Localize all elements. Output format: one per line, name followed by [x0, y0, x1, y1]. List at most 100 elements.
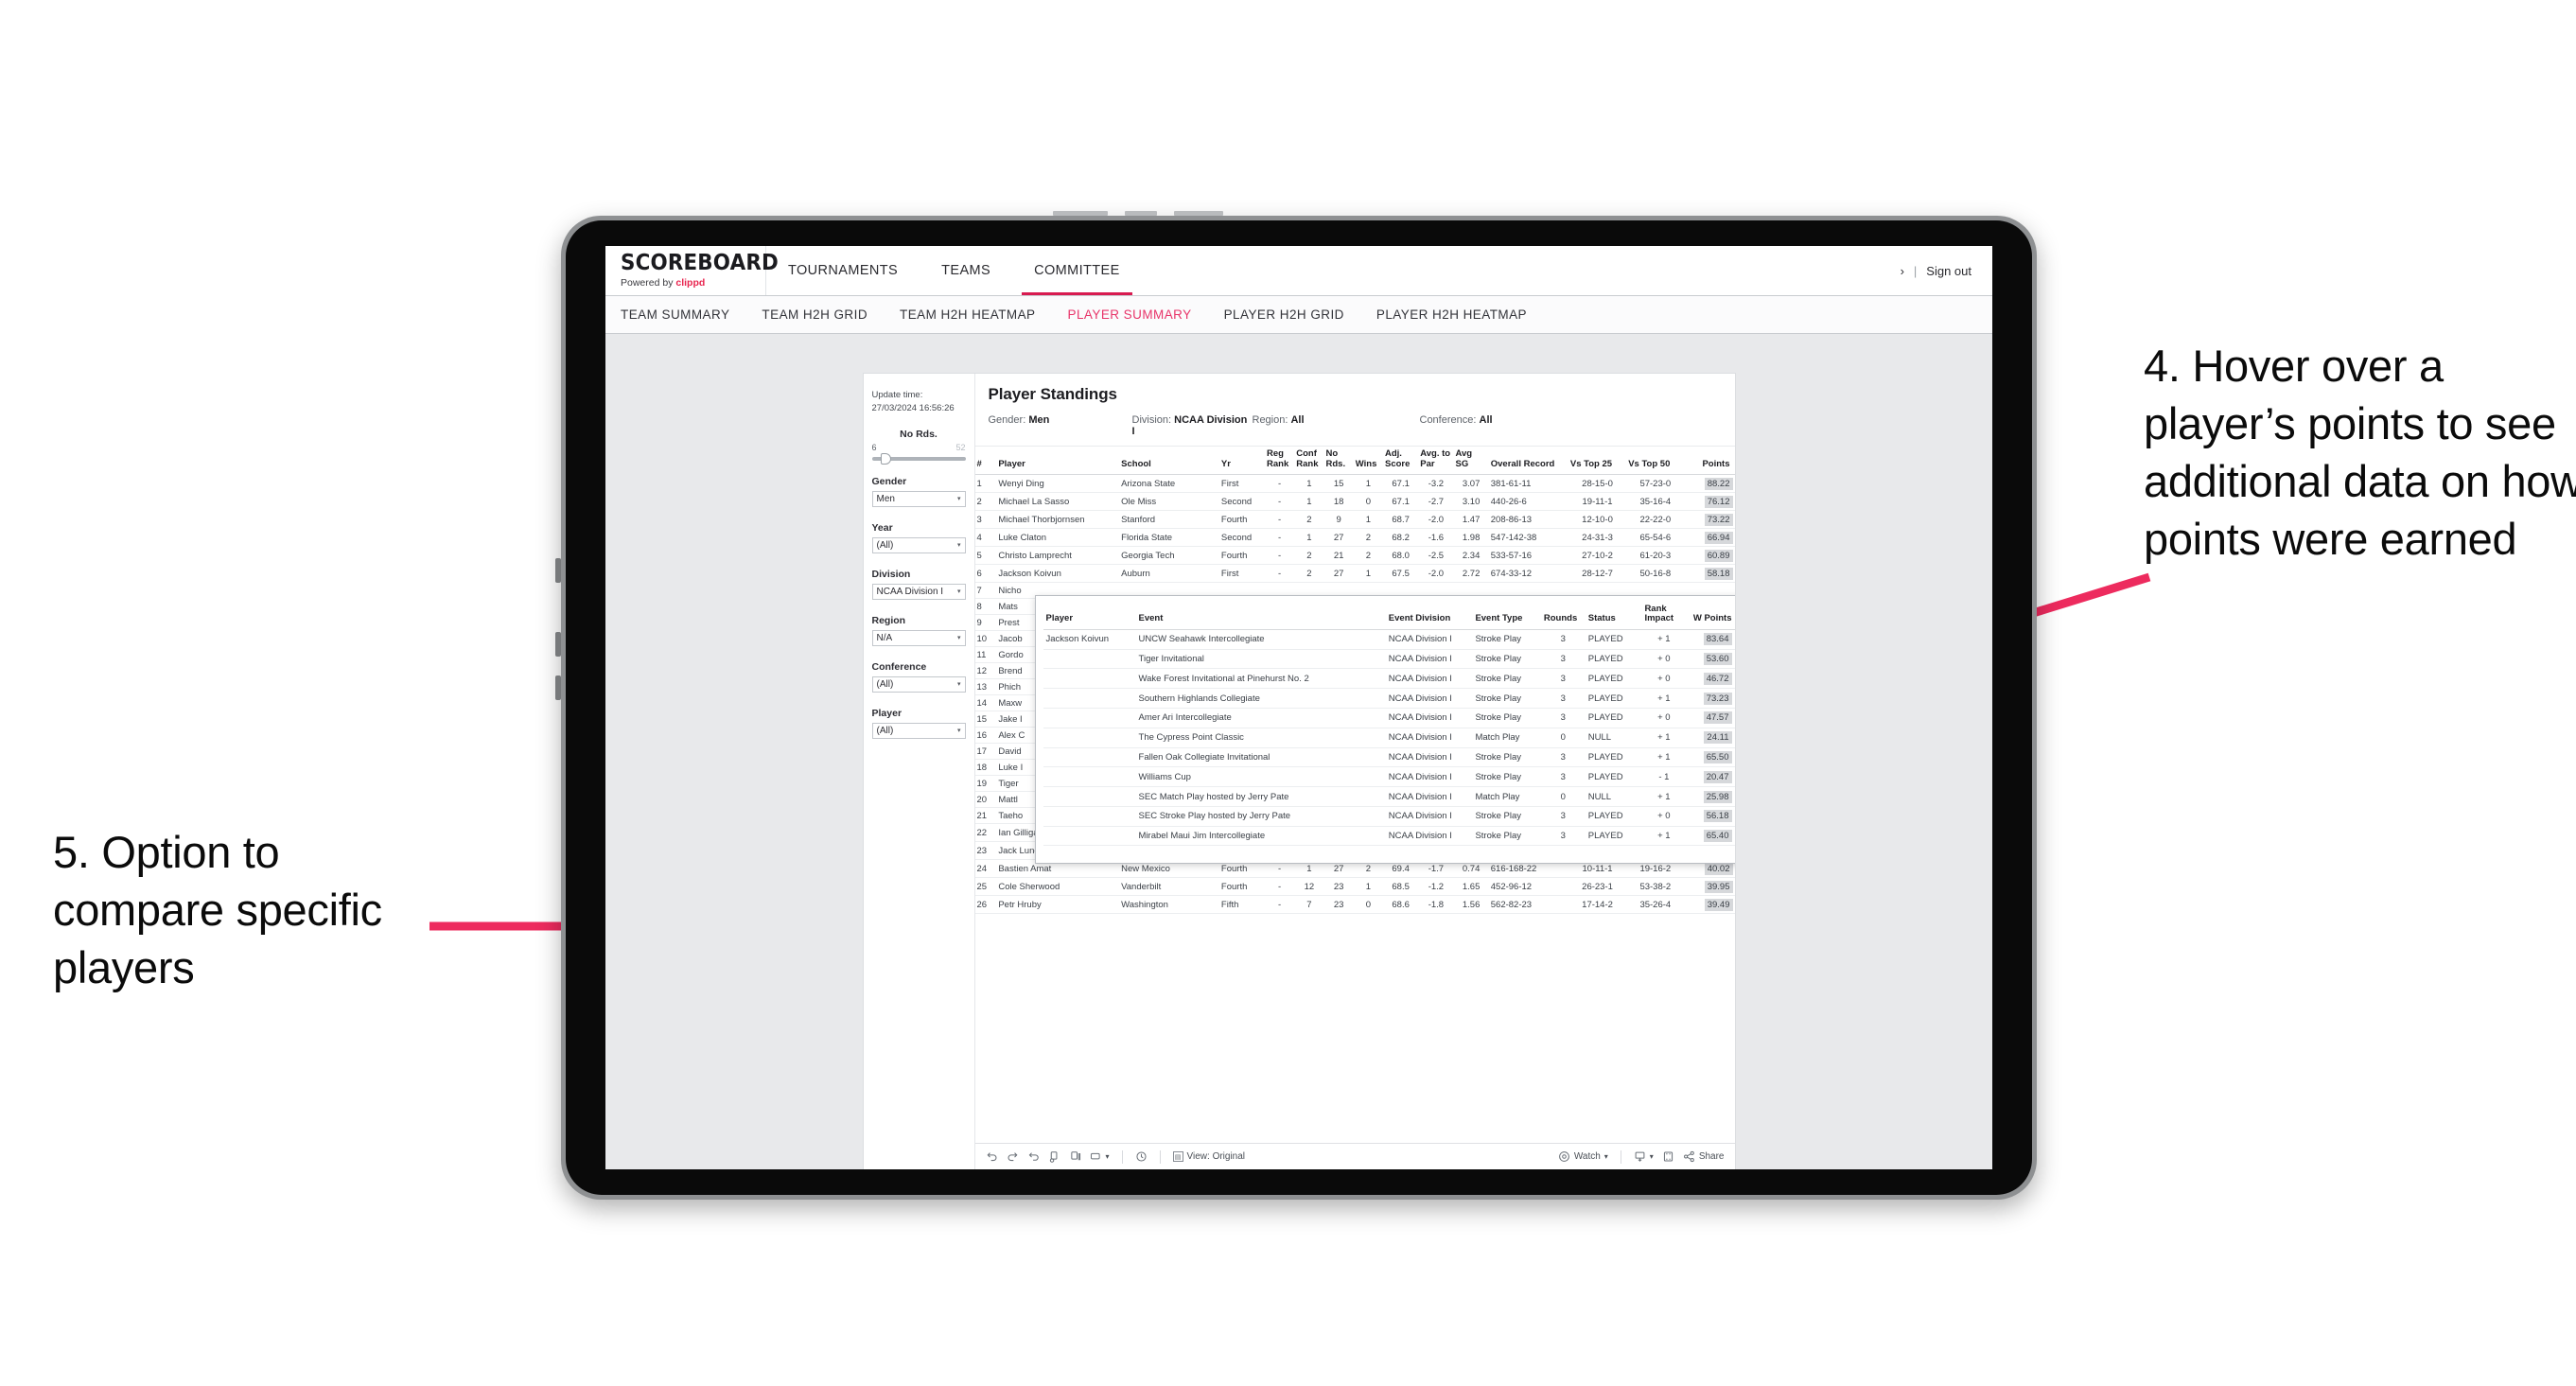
cell-school: Auburn — [1119, 564, 1219, 584]
cell-points[interactable]: 60.89 — [1684, 546, 1735, 566]
tab-player-h2h-grid[interactable]: PLAYER H2H GRID — [1224, 307, 1344, 322]
filter-gender-select[interactable]: Men ▾ — [871, 490, 966, 507]
share-button[interactable]: Share — [1683, 1150, 1725, 1163]
cell-player: Luke Claton — [996, 528, 1120, 548]
tab-team-h2h-heatmap[interactable]: TEAM H2H HEATMAP — [900, 307, 1035, 322]
th-school[interactable]: School — [1119, 447, 1219, 476]
th-vs-top-50[interactable]: Vs Top 50 — [1626, 447, 1685, 476]
view-original-button[interactable]: ▤ View: Original — [1172, 1151, 1245, 1162]
cell-points[interactable]: 58.18 — [1684, 564, 1735, 584]
cell-t25: 17-14-2 — [1568, 895, 1627, 915]
refresh-data-icon[interactable] — [1048, 1150, 1060, 1164]
cell-rec: 533-57-16 — [1488, 546, 1568, 566]
tooltip-cell-rank-impact: + 1 — [1641, 826, 1687, 847]
th-rank[interactable]: # — [974, 447, 997, 476]
cell-wins: 1 — [1353, 474, 1383, 494]
tab-team-h2h-grid[interactable]: TEAM H2H GRID — [762, 307, 867, 322]
nav-item-committee[interactable]: COMMITTEE — [1012, 246, 1142, 295]
volume-up-button[interactable] — [1053, 211, 1108, 216]
watch-dropdown[interactable]: Watch ▾ — [1558, 1150, 1608, 1163]
tooltip-row: Tiger Invitational NCAA Division I Stroke … — [1043, 649, 1735, 670]
cell-adj: 68.6 — [1383, 895, 1419, 915]
tip-th-event-type: Event Type — [1472, 603, 1541, 630]
th-overall-record[interactable]: Overall Record — [1488, 447, 1568, 476]
tooltip-cell-event-division: NCAA Division I — [1385, 747, 1473, 768]
table-row[interactable]: 25 Cole Sherwood Vanderbilt Fourth -12 23 1 68.… — [974, 877, 1735, 897]
tooltip-cell-status: PLAYED — [1585, 688, 1642, 709]
table-row[interactable]: 26 Petr Hruby Washington Fifth -7 23 0 68.6 -1.8… — [974, 895, 1735, 915]
slider-range: 6 52 — [872, 443, 966, 452]
filter-year-label: Year — [871, 521, 893, 534]
filter-year-select[interactable]: (All) ▾ — [871, 536, 966, 553]
annotation-hover-points: 4. Hover over a player’s points to see a… — [2144, 341, 2576, 565]
cell-rank: 2 — [974, 492, 997, 512]
th-player[interactable]: Player — [996, 447, 1120, 476]
table-row[interactable]: 5 Christo Lamprecht Georgia Tech Fourth -2 21… — [974, 546, 1735, 566]
tip-th-event-division: Event Division — [1385, 603, 1473, 630]
user-menu-chevron[interactable]: › — [1901, 264, 1904, 278]
cell-points[interactable]: 76.12 — [1684, 492, 1735, 512]
cell-conf: 1 — [1294, 474, 1324, 494]
cell-wins: 1 — [1353, 510, 1383, 530]
tab-player-summary[interactable]: PLAYER SUMMARY — [1068, 307, 1192, 322]
tooltip-row: SEC Match Play hosted by Jerry Pate NCAA … — [1043, 786, 1735, 807]
tab-team-summary[interactable]: TEAM SUMMARY — [621, 307, 729, 322]
volume-down-button[interactable] — [1125, 211, 1157, 216]
tooltip-cell-player — [1043, 806, 1136, 827]
th-year[interactable]: Yr — [1218, 447, 1265, 476]
cell-points[interactable]: 39.95 — [1684, 877, 1735, 897]
device-layout-dropdown[interactable]: ▾ — [1090, 1151, 1110, 1162]
th-adj-score[interactable]: Adj. Score — [1383, 447, 1419, 476]
filter-gender-value: Men — [876, 493, 895, 504]
cell-points[interactable]: 88.22 — [1684, 474, 1735, 494]
cell-points[interactable]: 39.49 — [1684, 895, 1735, 915]
table-row[interactable]: 1 Wenyi Ding Arizona State First -1 15 1 67.1 -3… — [974, 474, 1735, 494]
th-avg-to-par[interactable]: Avg. to Par — [1418, 447, 1454, 476]
standings-table-scroll[interactable]: # Player School Yr Reg Rank Conf Rank No… — [974, 447, 1735, 1143]
cell-points[interactable]: 66.94 — [1684, 528, 1735, 548]
tooltip-cell-rounds: 3 — [1540, 649, 1586, 670]
th-points[interactable]: Points — [1684, 447, 1735, 476]
th-reg-rank[interactable]: Reg Rank — [1265, 447, 1295, 476]
cell-par: -2.7 — [1418, 492, 1454, 512]
table-row[interactable]: 6 Jackson Koivun Auburn First -2 27 1 67.5 -2.0 2… — [974, 564, 1735, 584]
table-row[interactable]: 3 Michael Thorbjornsen Stanford Fourth -2 9 1 6… — [974, 510, 1735, 530]
app-logo[interactable]: SCOREBOARD Powered by clippd — [605, 246, 779, 295]
th-avg-sg[interactable]: Avg SG — [1453, 447, 1489, 476]
points-chip: 58.18 — [1704, 567, 1733, 580]
nav-item-tournaments[interactable]: TOURNAMENTS — [766, 246, 920, 295]
th-no-rounds[interactable]: No Rds. — [1323, 447, 1354, 476]
revert-icon[interactable] — [1027, 1150, 1040, 1163]
cell-rank: 23 — [974, 841, 997, 861]
slider-handle[interactable] — [880, 452, 891, 465]
cell-rank: 26 — [974, 895, 997, 915]
power-button[interactable] — [1174, 211, 1223, 216]
filter-conference-select[interactable]: (All) ▾ — [871, 675, 966, 693]
filter-player-select[interactable]: (All) ▾ — [871, 722, 966, 739]
cell-school: Ole Miss — [1119, 492, 1219, 512]
th-conf-rank[interactable]: Conf Rank — [1294, 447, 1324, 476]
nav-item-teams[interactable]: TEAMS — [920, 246, 1012, 295]
side-port-b — [555, 632, 561, 657]
fullscreen-icon[interactable] — [1662, 1150, 1674, 1163]
filter-no-rounds-slider[interactable]: No Rds. 6 52 — [871, 429, 966, 465]
cell-player: Christo Lamprecht — [996, 546, 1120, 566]
tooltip-row: Southern Highlands Collegiate NCAA Divisi… — [1043, 688, 1735, 709]
slider-track[interactable] — [871, 452, 966, 465]
pause-updates-icon[interactable] — [1069, 1150, 1081, 1164]
cell-points[interactable]: 73.22 — [1684, 510, 1735, 530]
cell-t25: 24-31-3 — [1568, 528, 1627, 548]
reset-icon[interactable] — [1135, 1150, 1148, 1163]
undo-icon[interactable] — [986, 1150, 998, 1163]
th-wins[interactable]: Wins — [1353, 447, 1383, 476]
download-dropdown[interactable]: ▾ — [1634, 1150, 1654, 1163]
filter-region-select[interactable]: N/A ▾ — [871, 629, 966, 646]
tab-player-h2h-heatmap[interactable]: PLAYER H2H HEATMAP — [1376, 307, 1527, 322]
filter-division-select[interactable]: NCAA Division I ▾ — [871, 583, 966, 600]
table-row[interactable]: 2 Michael La Sasso Ole Miss Second -1 18 0 67.1… — [974, 492, 1735, 512]
cell-rec: 208-86-13 — [1488, 510, 1568, 530]
redo-icon[interactable] — [1007, 1150, 1019, 1163]
th-vs-top-25[interactable]: Vs Top 25 — [1568, 447, 1627, 476]
sign-out-link[interactable]: Sign out — [1926, 264, 1971, 278]
table-row[interactable]: 4 Luke Claton Florida State Second -1 27 2 68.2… — [974, 528, 1735, 548]
